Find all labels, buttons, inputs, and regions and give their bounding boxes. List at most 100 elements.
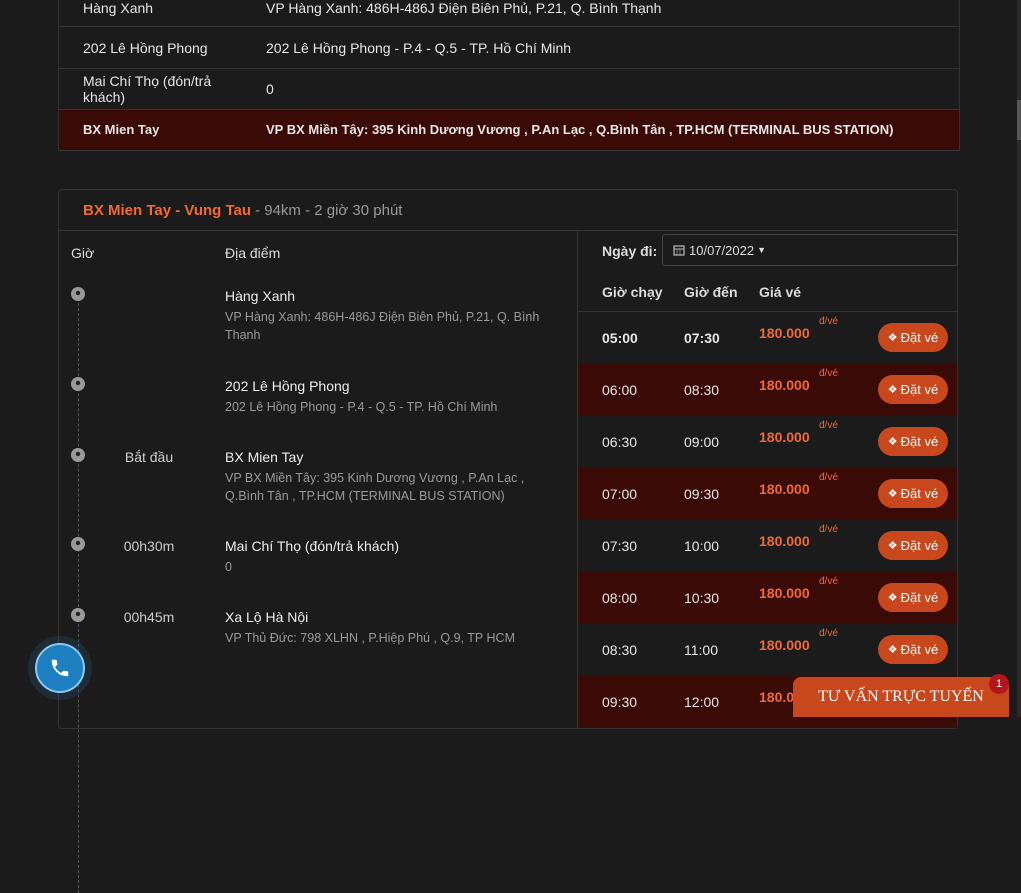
stop-name: 202 Lê Hồng Phong <box>225 378 350 394</box>
arrival-time: 08:30 <box>684 382 720 398</box>
map-pin-icon <box>71 377 85 391</box>
arrival-time: 09:00 <box>684 434 720 450</box>
ticket-price: 180.000 <box>759 481 810 497</box>
date-label: Ngày đi: <box>602 243 658 259</box>
book-label: Đặt vé <box>900 330 939 345</box>
stop-name: 202 Lê Hồng Phong <box>83 39 208 56</box>
arrival-time: 10:30 <box>684 590 720 606</box>
ticket-icon: ❖ <box>887 592 898 604</box>
departure-time: 06:30 <box>602 434 638 450</box>
book-label: Đặt vé <box>900 590 939 605</box>
departure-time: 07:30 <box>602 538 638 554</box>
stop-name: BX Mien Tay <box>83 122 160 137</box>
stop-address: 202 Lê Hồng Phong - P.4 - Q.5 - TP. Hồ C… <box>225 400 498 414</box>
stop-address: VP Hàng Xanh: 486H-486J Điện Biên Phủ, P… <box>225 310 540 342</box>
caret-down-icon: ▼ <box>757 245 766 255</box>
trip-row: 07:30 10:00 180.000 đ/vé ❖ Đặt vé <box>578 520 957 572</box>
map-pin-icon <box>71 608 85 622</box>
stop-address: VP Hàng Xanh: 486H-486J Điện Biên Phủ, P… <box>266 0 662 16</box>
route-name: BX Mien Tay - Vung Tau <box>83 201 252 219</box>
price-unit: đ/vé <box>819 628 838 639</box>
price-unit: đ/vé <box>819 420 838 431</box>
trip-row: 08:00 10:30 180.000 đ/vé ❖ Đặt vé <box>578 572 957 624</box>
departure-time: 08:00 <box>602 590 638 606</box>
ticket-price: 180.0 <box>759 689 795 705</box>
stop-name: Mai Chí Thọ (đón/trả khách) <box>83 73 212 105</box>
arrival-time: 07:30 <box>684 330 720 346</box>
trip-row: 05:00 07:30 180.000 đ/vé ❖ Đặt vé <box>578 312 957 364</box>
ticket-icon: ❖ <box>887 644 898 656</box>
route-header: BX Mien Tay - Vung Tau - 94km - 2 giờ 30… <box>59 190 957 231</box>
departure-time: 09:30 <box>602 694 638 710</box>
stop-time: 00h45m <box>123 609 175 625</box>
price-unit: đ/vé <box>819 368 838 379</box>
col-time-header: Giờ <box>71 245 95 261</box>
departure-time: 07:00 <box>602 486 638 502</box>
scrollbar-thumb[interactable] <box>1017 100 1021 140</box>
stop-time: 00h30m <box>123 538 175 554</box>
price-unit: đ/vé <box>819 472 838 483</box>
ticket-icon: ❖ <box>887 436 898 448</box>
stop-address: VP BX Miền Tây: 395 Kinh Dương Vương , P… <box>266 122 894 137</box>
book-ticket-button[interactable]: ❖Đặt vé <box>878 583 948 612</box>
book-ticket-button[interactable]: ❖Đặt vé <box>878 375 948 404</box>
date-picker[interactable]: 10/07/2022 ▼ <box>662 234 958 266</box>
stop-name: Xa Lộ Hà Nội <box>225 609 309 625</box>
trip-row: 08:30 11:00 180.000 đ/vé ❖ Đặt vé <box>578 624 957 676</box>
ticket-price: 180.000 <box>759 325 810 341</box>
live-chat-button[interactable]: TƯ VẤN TRỰC TUYẾN <box>793 677 1009 717</box>
stop-name: Hàng Xanh <box>83 0 154 16</box>
itinerary: Giờ Địa điểm Hàng Xanh VP Hàng Xanh: 486… <box>59 231 577 893</box>
arrival-time: 11:00 <box>684 642 718 658</box>
book-label: Đặt vé <box>900 486 939 501</box>
stop-address: 0 <box>266 81 274 97</box>
chat-notification-badge: 1 <box>989 674 1009 694</box>
phone-icon-wrap <box>35 643 85 693</box>
ticket-icon: ❖ <box>887 540 898 552</box>
stops-table-row: Hàng Xanh VP Hàng Xanh: 486H-486J Điện B… <box>59 0 959 27</box>
dep-header: Giờ chạy <box>602 284 663 300</box>
stop-name: Mai Chí Thọ (đón/trả khách) <box>225 538 400 554</box>
ticket-price: 180.000 <box>759 429 810 445</box>
departure-time: 06:00 <box>602 382 638 398</box>
book-ticket-button[interactable]: ❖Đặt vé <box>878 323 948 352</box>
price-unit: đ/vé <box>819 524 838 535</box>
stop-address: VP Thủ Đức: 798 XLHN , P.Hiệp Phú , Q.9,… <box>225 631 515 645</box>
arrival-time: 10:00 <box>684 538 720 554</box>
departure-time: 08:30 <box>602 642 638 658</box>
call-button[interactable] <box>28 636 92 700</box>
ticket-price: 180.000 <box>759 585 810 601</box>
stop-name: BX Mien Tay <box>225 449 304 465</box>
calendar-icon <box>673 245 685 256</box>
col-place-header: Địa điểm <box>225 245 281 261</box>
book-label: Đặt vé <box>900 538 939 553</box>
arrival-time: 09:30 <box>684 486 720 502</box>
ticket-price: 180.000 <box>759 533 810 549</box>
ticket-icon: ❖ <box>887 488 898 500</box>
trip-row: 07:00 09:30 180.000 đ/vé ❖ Đặt vé <box>578 468 957 520</box>
book-ticket-button[interactable]: ❖Đặt vé <box>878 531 948 560</box>
ticket-icon: ❖ <box>887 384 898 396</box>
departure-time: 05:00 <box>602 330 638 346</box>
schedule-panel: Ngày đi: 10/07/2022 ▼ Giờ chạy Giờ đến G… <box>577 231 958 728</box>
trip-row: 06:00 08:30 180.000 đ/vé ❖ Đặt vé <box>578 364 957 416</box>
book-ticket-button[interactable]: ❖Đặt vé <box>878 479 948 508</box>
stops-table-row-highlight: BX Mien Tay VP BX Miền Tây: 395 Kinh Dươ… <box>59 110 959 151</box>
book-ticket-button[interactable]: ❖Đặt vé <box>878 635 948 664</box>
price-unit: đ/vé <box>819 576 838 587</box>
book-ticket-button[interactable]: ❖Đặt vé <box>878 427 948 456</box>
ticket-price: 180.000 <box>759 377 810 393</box>
date-value: 10/07/2022 <box>689 242 755 258</box>
map-pin-icon <box>71 537 85 551</box>
ticket-icon: ❖ <box>887 332 898 344</box>
phone-icon <box>51 659 69 677</box>
stop-address: 202 Lê Hồng Phong - P.4 - Q.5 - TP. Hồ C… <box>266 39 572 56</box>
stop-address: 0 <box>225 560 232 574</box>
trip-row: 06:30 09:00 180.000 đ/vé ❖ Đặt vé <box>578 416 957 468</box>
stops-table: Hàng Xanh VP Hàng Xanh: 486H-486J Điện B… <box>58 0 960 151</box>
book-label: Đặt vé <box>900 642 939 657</box>
book-label: Đặt vé <box>900 382 939 397</box>
price-header: Giá vé <box>759 284 802 300</box>
arrival-time: 12:00 <box>684 694 720 710</box>
map-pin-icon <box>71 448 85 462</box>
